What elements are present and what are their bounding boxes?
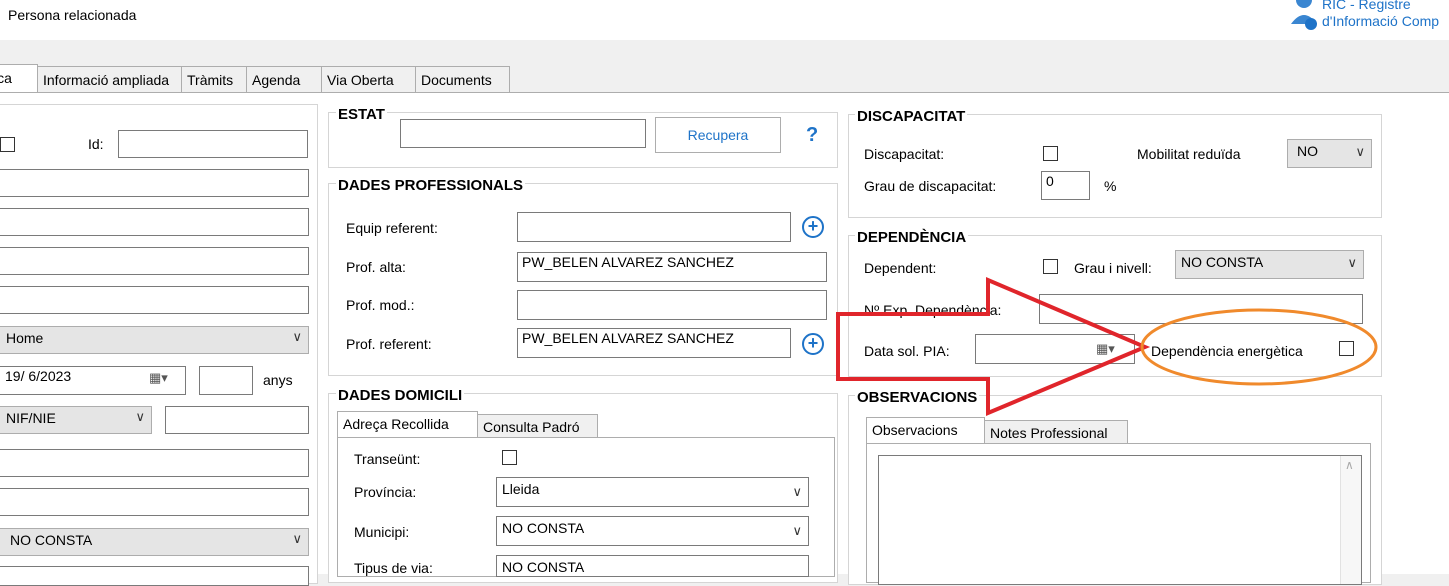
annotation-overlay: [836, 276, 1378, 417]
orange-circle-annotation: [1140, 308, 1378, 386]
red-arrow-annotation: [836, 276, 1151, 417]
